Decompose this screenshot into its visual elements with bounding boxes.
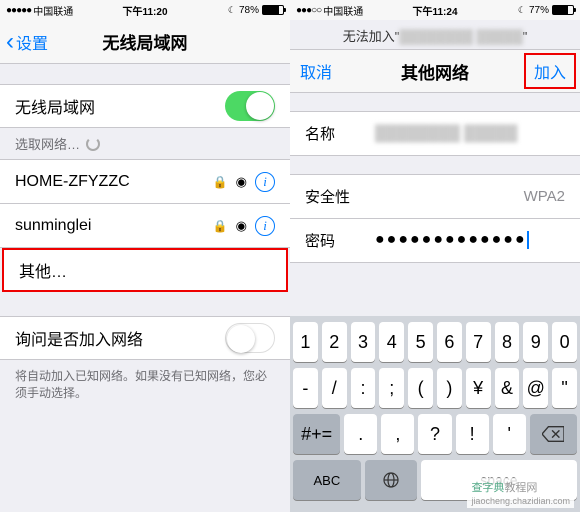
key[interactable]: " — [552, 368, 577, 408]
info-icon[interactable]: i — [255, 216, 275, 236]
key[interactable]: 7 — [466, 322, 491, 362]
signal-dots-icon: ●●●●● — [6, 5, 31, 16]
key[interactable]: ¥ — [466, 368, 491, 408]
wifi-toggle-row: 无线局域网 — [0, 84, 290, 128]
spinner-icon — [86, 137, 100, 151]
key[interactable]: 6 — [437, 322, 462, 362]
battery-percent: 78% — [239, 5, 259, 16]
key[interactable]: - — [293, 368, 318, 408]
wifi-toggle[interactable] — [225, 91, 275, 121]
join-button[interactable]: 加入 — [524, 53, 576, 89]
key[interactable]: ' — [493, 414, 526, 454]
battery-icon — [262, 5, 284, 15]
key[interactable]: 9 — [523, 322, 548, 362]
other-network-button[interactable]: 其他… — [2, 248, 288, 292]
wifi-signal-icon: ◉ — [236, 174, 247, 190]
globe-key[interactable] — [365, 460, 417, 500]
signal-dots-icon: ●●●○○ — [296, 5, 321, 16]
wifi-network-row[interactable]: sunminglei 🔒 ◉ i — [0, 204, 290, 248]
ask-join-row: 询问是否加入网络 — [0, 316, 290, 360]
name-field-row[interactable]: 名称 ████████ █████ — [290, 112, 580, 156]
key[interactable]: 4 — [379, 322, 404, 362]
status-bar: ●●●●● 中国联通 下午11:20 ☾ 78% — [0, 0, 290, 20]
name-label: 名称 — [305, 123, 375, 144]
password-field-row[interactable]: 密码 ●●●●●●●●●●●●● — [290, 219, 580, 263]
lock-icon: 🔒 — [213, 219, 228, 233]
key[interactable]: & — [495, 368, 520, 408]
key[interactable]: . — [344, 414, 377, 454]
key[interactable]: 0 — [552, 322, 577, 362]
network-name: HOME-ZFYZZC — [15, 173, 130, 191]
password-label: 密码 — [305, 230, 375, 251]
clock: 下午11:20 — [122, 3, 167, 18]
key[interactable]: , — [381, 414, 414, 454]
back-button[interactable]: ‹ 设置 — [0, 28, 48, 56]
key[interactable]: ! — [456, 414, 489, 454]
key[interactable]: 5 — [408, 322, 433, 362]
moon-icon: ☾ — [228, 5, 236, 16]
info-icon[interactable]: i — [255, 172, 275, 192]
other-label: 其他… — [19, 258, 67, 282]
nav-bar: ‹ 设置 无线局域网 — [0, 20, 290, 64]
moon-icon: ☾ — [518, 5, 526, 16]
nav-title: 无线局域网 — [103, 29, 188, 54]
back-label: 设置 — [16, 30, 48, 54]
key[interactable]: 1 — [293, 322, 318, 362]
key[interactable]: : — [351, 368, 376, 408]
wifi-signal-icon: ◉ — [236, 218, 247, 234]
status-bar: ●●●○○ 中国联通 下午11:24 ☾ 77% — [290, 0, 580, 20]
battery-icon — [552, 5, 574, 15]
key[interactable]: 3 — [351, 322, 376, 362]
key[interactable]: ) — [437, 368, 462, 408]
globe-icon — [382, 471, 400, 489]
key[interactable]: / — [322, 368, 347, 408]
abc-key[interactable]: ABC — [293, 460, 361, 500]
wifi-network-row[interactable]: HOME-ZFYZZC 🔒 ◉ i — [0, 160, 290, 204]
lock-icon: 🔒 — [213, 175, 228, 189]
ask-join-label: 询问是否加入网络 — [15, 326, 143, 350]
security-value: WPA2 — [375, 188, 565, 205]
wifi-toggle-label: 无线局域网 — [15, 94, 95, 118]
left-screen: ●●●●● 中国联通 下午11:20 ☾ 78% ‹ 设置 无线局域网 无线局域… — [0, 0, 290, 512]
key[interactable]: 8 — [495, 322, 520, 362]
security-label: 安全性 — [305, 186, 375, 207]
chevron-left-icon: ‹ — [6, 28, 14, 56]
footer-help-text: 将自动加入已知网络。如果没有已知网络，您必须手动选择。 — [0, 360, 290, 410]
carrier: 中国联通 — [323, 3, 363, 18]
ask-join-toggle[interactable] — [225, 323, 275, 353]
password-input[interactable]: ●●●●●●●●●●●●● — [375, 231, 565, 249]
cancel-button[interactable]: 取消 — [290, 59, 342, 83]
symbols-key[interactable]: #+= — [293, 414, 340, 454]
battery-percent: 77% — [529, 5, 549, 16]
key[interactable]: 2 — [322, 322, 347, 362]
choose-network-header: 选取网络… — [0, 128, 290, 159]
key[interactable]: @ — [523, 368, 548, 408]
right-screen: ●●●○○ 中国联通 下午11:24 ☾ 77% 无法加入"████████ █… — [290, 0, 580, 512]
backspace-icon — [542, 426, 564, 442]
security-field-row[interactable]: 安全性 WPA2 — [290, 175, 580, 219]
key[interactable]: ? — [418, 414, 451, 454]
modal-title: 其他网络 — [401, 59, 469, 84]
key[interactable]: ; — [379, 368, 404, 408]
clock: 下午11:24 — [412, 3, 457, 18]
network-name: sunminglei — [15, 217, 91, 235]
name-value: ████████ █████ — [375, 125, 517, 142]
watermark: 查字典教程网 jiaocheng.chazidian.com — [467, 478, 574, 508]
error-message: 无法加入"████████ █████" — [290, 20, 580, 45]
backspace-key[interactable] — [530, 414, 577, 454]
carrier: 中国联通 — [33, 3, 73, 18]
key[interactable]: ( — [408, 368, 433, 408]
modal-nav-bar: 取消 其他网络 加入 — [290, 49, 580, 93]
